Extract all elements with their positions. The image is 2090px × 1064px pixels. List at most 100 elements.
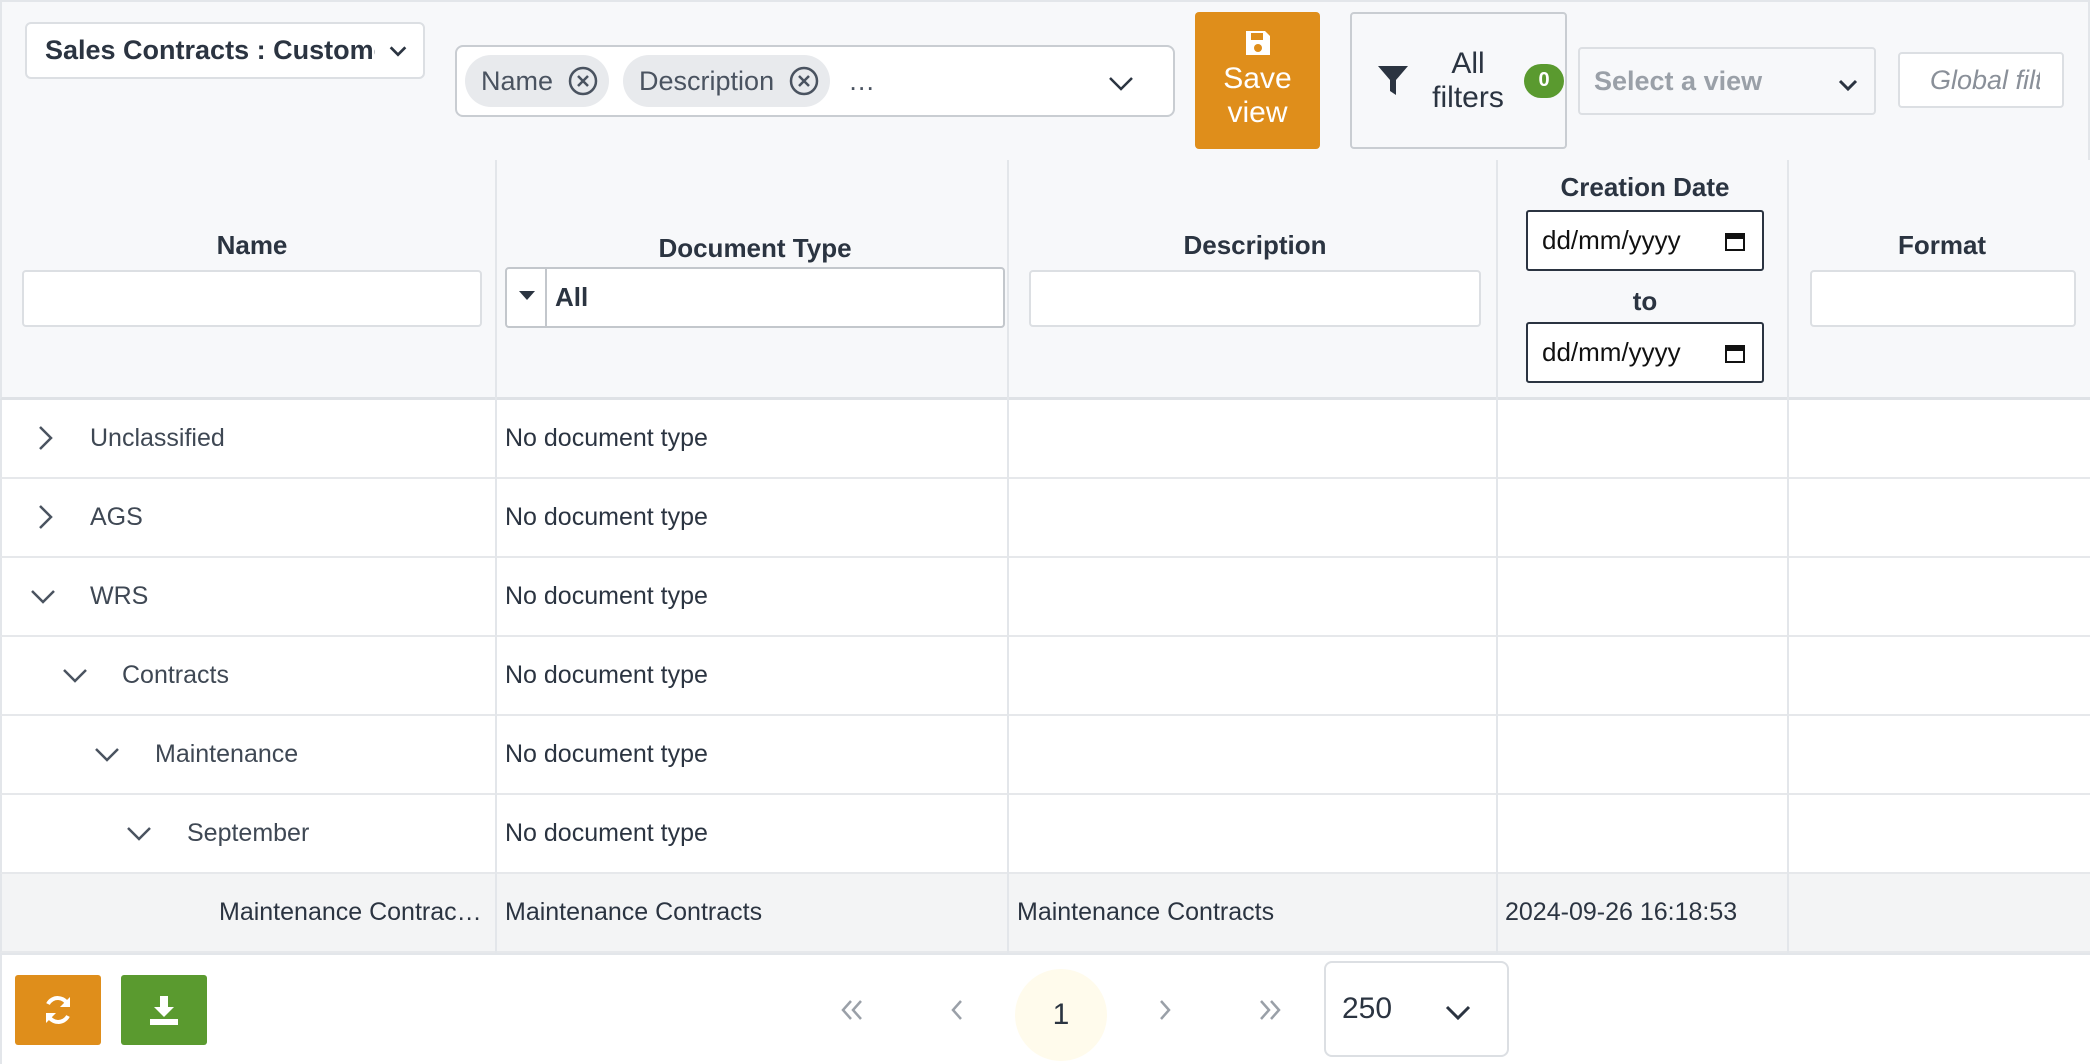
creation-date-from-input[interactable]: dd/mm/yyyy	[1526, 210, 1764, 271]
column-header-creation-date[interactable]: Creation Date	[1502, 172, 1788, 203]
row-name-text: Contracts	[122, 661, 229, 689]
row-name-text: AGS	[90, 503, 143, 531]
table-row[interactable]: Contracts No document type	[0, 637, 2090, 716]
format-filter-input[interactable]	[1810, 270, 2076, 327]
row-description: Maintenance Contracts	[1017, 898, 1275, 926]
more-chips-indicator: …	[848, 65, 876, 96]
row-name: WRS	[90, 558, 490, 635]
column-divider	[1007, 160, 1009, 953]
current-page-button[interactable]: 1	[1015, 969, 1107, 1061]
row-name: Maintenance Contrac…	[219, 874, 489, 951]
row-document-type: No document type	[505, 503, 708, 531]
column-header-format[interactable]: Format	[1810, 230, 2074, 261]
floppy-disk-icon	[1245, 31, 1270, 55]
row-name-text: WRS	[90, 582, 149, 610]
all-filters-label: All filters	[1418, 47, 1518, 115]
save-view-button[interactable]: Save view	[1195, 12, 1320, 149]
chevron-right-icon	[1160, 1000, 1171, 1020]
chevron-down-icon[interactable]	[60, 660, 90, 690]
download-icon	[150, 996, 178, 1025]
save-view-label-2: view	[1227, 96, 1288, 129]
toolbar: Sales Contracts : Customer Name Descript…	[0, 0, 2090, 160]
chevron-left-icon	[951, 1000, 962, 1020]
global-filter-placeholder: Global filter	[1930, 64, 2040, 95]
row-name: September	[187, 795, 487, 872]
date-range-to-label: to	[1632, 286, 1658, 316]
all-filters-label-2: filters	[1432, 80, 1504, 114]
calendar-icon[interactable]	[1724, 230, 1746, 252]
row-name: Maintenance	[155, 716, 495, 793]
row-name-text: Unclassified	[90, 424, 225, 452]
chevron-down-icon[interactable]	[92, 739, 122, 769]
all-filters-button[interactable]: All filters 0	[1350, 12, 1567, 149]
column-divider	[1496, 160, 1498, 953]
chip-label: Description	[639, 65, 775, 96]
row-name-text: Maintenance	[155, 740, 299, 768]
first-page-button[interactable]	[822, 980, 882, 1040]
filter-count-badge: 0	[1524, 63, 1564, 98]
page-size-select[interactable]: 250	[1324, 961, 1509, 1057]
document-type-filter-value: All	[555, 282, 589, 312]
grid-footer: 1 250	[0, 953, 2090, 1064]
column-header-description[interactable]: Description	[1029, 230, 1481, 261]
column-header-document-type[interactable]: Document Type	[505, 233, 1005, 264]
chevron-right-icon[interactable]	[30, 502, 60, 532]
row-document-type: No document type	[505, 661, 708, 689]
row-creation-date: 2024-09-26 16:18:53	[1505, 898, 1738, 926]
calendar-icon[interactable]	[1724, 342, 1746, 364]
caret-down-icon	[507, 269, 547, 326]
chevron-down-icon	[1445, 1005, 1471, 1021]
chevron-down-icon[interactable]	[1107, 69, 1135, 97]
row-name-text: Maintenance Contrac…	[219, 898, 482, 926]
column-chooser[interactable]: Name Description …	[455, 45, 1175, 117]
column-header-name[interactable]: Name	[22, 230, 482, 261]
column-divider	[495, 160, 497, 953]
column-divider	[1787, 160, 1789, 953]
page-size-value: 250	[1342, 992, 1393, 1025]
next-page-button[interactable]	[1135, 980, 1195, 1040]
table-select[interactable]: Sales Contracts : Customer	[25, 22, 425, 79]
funnel-icon	[1378, 65, 1408, 95]
row-name-text: September	[187, 819, 310, 847]
last-page-button[interactable]	[1240, 980, 1300, 1040]
row-document-type: No document type	[505, 740, 708, 768]
name-filter-input[interactable]	[22, 270, 482, 327]
table-row[interactable]: September No document type	[0, 795, 2090, 874]
row-document-type: Maintenance Contracts	[505, 898, 763, 926]
column-chip-description: Description	[623, 55, 831, 107]
date-from-placeholder: dd/mm/yyyy	[1542, 225, 1681, 255]
creation-date-to-input[interactable]: dd/mm/yyyy	[1526, 322, 1764, 383]
download-button[interactable]	[121, 975, 207, 1045]
table-row[interactable]: WRS No document type	[0, 558, 2090, 637]
chevron-down-icon	[389, 46, 407, 57]
column-chip-name: Name	[465, 55, 610, 107]
refresh-icon	[46, 996, 70, 1024]
table-row[interactable]: Maintenance No document type	[0, 716, 2090, 795]
chevron-down-icon[interactable]	[28, 581, 58, 611]
previous-page-button[interactable]	[927, 980, 987, 1040]
remove-chip-icon[interactable]	[788, 65, 820, 97]
table-row[interactable]: Unclassified No document type	[0, 400, 2090, 479]
row-name: AGS	[90, 479, 490, 556]
table-row[interactable]: AGS No document type	[0, 479, 2090, 558]
all-filters-label-1: All	[1451, 46, 1485, 80]
save-view-label-1: Save	[1223, 62, 1292, 95]
chip-label: Name	[481, 65, 554, 96]
description-filter-input[interactable]	[1029, 270, 1481, 327]
chevron-down-icon	[1838, 79, 1858, 92]
row-document-type: No document type	[505, 424, 708, 452]
chevron-down-icon[interactable]	[124, 818, 154, 848]
double-chevron-right-icon	[1260, 1000, 1281, 1020]
document-type-filter-select[interactable]: All	[505, 267, 1005, 328]
chevron-right-icon[interactable]	[30, 423, 60, 453]
refresh-button[interactable]	[15, 975, 101, 1045]
double-chevron-left-icon	[841, 1000, 862, 1020]
table-select-value: Sales Contracts : Customer	[45, 35, 375, 65]
row-name: Unclassified	[90, 400, 490, 477]
date-to-placeholder: dd/mm/yyyy	[1542, 337, 1681, 367]
global-filter-input[interactable]: Global filter	[1898, 52, 2064, 108]
table-row[interactable]: Maintenance Contrac… Maintenance Contrac…	[0, 874, 2090, 953]
row-name: Contracts	[122, 637, 492, 714]
view-select[interactable]: Select a view	[1578, 47, 1876, 115]
remove-chip-icon[interactable]	[567, 65, 599, 97]
